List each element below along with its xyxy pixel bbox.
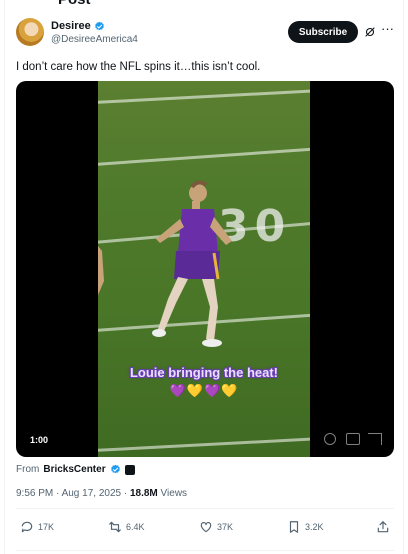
source-prefix: From bbox=[16, 464, 40, 475]
like-count: 37K bbox=[217, 522, 234, 532]
repost-icon bbox=[109, 521, 121, 533]
tweet-meta: 9:56 PM · Aug 17, 2025 · 18.8M Views bbox=[16, 488, 187, 499]
author-name-row: Desiree bbox=[51, 20, 105, 32]
avatar[interactable] bbox=[16, 18, 44, 46]
verified-badge-icon bbox=[110, 464, 120, 474]
views-count: 18.8M bbox=[129, 488, 158, 499]
reply-count: 17K bbox=[38, 522, 55, 532]
video-caption: Louie bringing the heat! bbox=[129, 365, 279, 380]
column-border-right bbox=[403, 0, 404, 554]
like-button[interactable]: 37K bbox=[199, 520, 233, 534]
video-player[interactable]: 30 Louie bringing the heat! 💜💛💜💛 1:00 bbox=[16, 81, 394, 457]
author-handle[interactable]: @DesireeAmerica4 bbox=[51, 34, 138, 45]
repost-count: 6.4K bbox=[126, 522, 145, 532]
affiliate-badge-icon bbox=[124, 464, 135, 475]
bookmark-icon bbox=[289, 521, 299, 533]
divider bbox=[16, 508, 394, 509]
share-icon bbox=[377, 521, 389, 533]
like-icon bbox=[200, 522, 212, 533]
second-player-partial bbox=[98, 246, 104, 295]
reply-button[interactable]: 17K bbox=[20, 520, 54, 534]
field-yard-line bbox=[98, 435, 310, 454]
tweet-timestamp[interactable]: 9:56 PM · Aug 17, 2025 · bbox=[16, 488, 127, 499]
video-emoji-line: 💜💛💜💛 bbox=[169, 383, 239, 398]
field-yard-line bbox=[98, 87, 310, 106]
page-header-cutoff: Post bbox=[0, 0, 408, 8]
video-duration: 1:00 bbox=[30, 435, 49, 445]
share-button[interactable] bbox=[376, 520, 390, 534]
repost-button[interactable]: 6.4K bbox=[108, 520, 145, 534]
fullscreen-icon[interactable] bbox=[368, 433, 382, 445]
page-title: Post bbox=[58, 0, 91, 8]
author-name[interactable]: Desiree bbox=[51, 20, 91, 32]
bookmark-count: 3.2K bbox=[305, 522, 324, 532]
reply-icon bbox=[21, 521, 33, 533]
tweet-text: I don’t care how the NFL spins it…this i… bbox=[16, 61, 261, 73]
subscribe-button[interactable]: Subscribe bbox=[288, 21, 358, 43]
views-label: Views bbox=[160, 488, 188, 499]
divider bbox=[16, 550, 394, 551]
column-border-left bbox=[4, 0, 5, 554]
video-frame: 30 Louie bringing the heat! 💜💛💜💛 bbox=[98, 81, 310, 457]
verified-badge-icon bbox=[94, 21, 104, 30]
bookmark-button[interactable]: 3.2K bbox=[287, 520, 324, 534]
video-speed-icon[interactable] bbox=[324, 433, 336, 445]
field-yard-line bbox=[98, 145, 310, 168]
more-icon[interactable]: ··· bbox=[381, 22, 395, 38]
video-captions-icon[interactable] bbox=[346, 433, 360, 445]
grok-icon[interactable] bbox=[364, 26, 376, 38]
video-source: From BricksCenter bbox=[16, 464, 135, 475]
source-name[interactable]: BricksCenter bbox=[43, 464, 105, 475]
player-figure bbox=[152, 180, 232, 347]
